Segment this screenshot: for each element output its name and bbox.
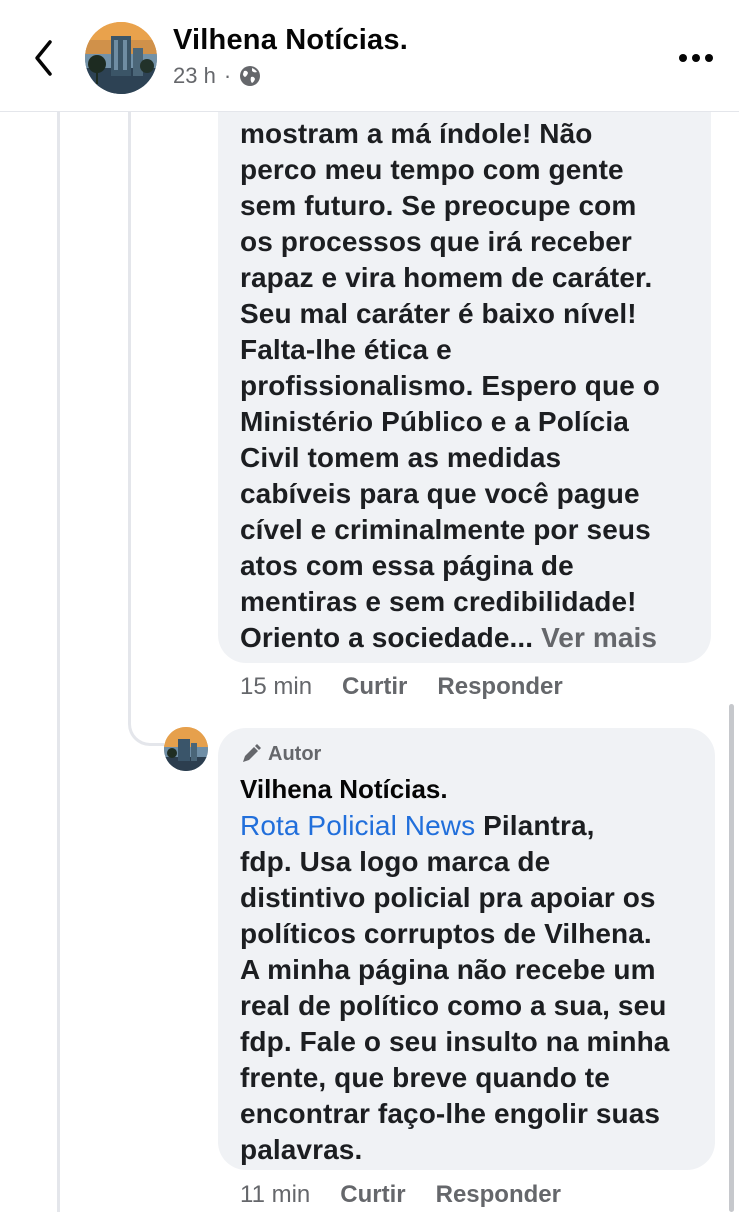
- reply-button[interactable]: Responder: [437, 673, 562, 701]
- author-badge: Autor: [240, 742, 695, 766]
- text-line: mentiras e sem credibilidade!: [240, 586, 637, 617]
- post-header: Vilhena Notícias. 23 h ·: [0, 0, 739, 112]
- text-line: palavras.: [240, 1134, 363, 1165]
- avatar[interactable]: [164, 727, 208, 771]
- back-button[interactable]: [28, 36, 60, 80]
- text-line: Falta-lhe ética e: [240, 334, 452, 365]
- comment-bubble[interactable]: mostram a má índole! Não perco meu tempo…: [218, 80, 711, 663]
- text-line: cabíveis para que você pague: [240, 478, 640, 509]
- truncated-text: Oriento a sociedade...: [240, 622, 534, 653]
- more-options-button[interactable]: [674, 46, 718, 70]
- text-line: Seu mal caráter é baixo nível!: [240, 298, 637, 329]
- more-horizontal-icon: [679, 54, 713, 62]
- like-button[interactable]: Curtir: [340, 1181, 405, 1209]
- text-line: Oriento a sociedade... Ver mais: [240, 620, 687, 656]
- post-meta: 23 h ·: [173, 63, 261, 89]
- text-line: encontrar faço-lhe engolir suas: [240, 1098, 661, 1129]
- text-line: políticos corruptos de Vilhena.: [240, 918, 652, 949]
- pen-icon: [243, 744, 261, 762]
- text-line: frente, que breve quando te: [240, 1062, 610, 1093]
- thread-line: [57, 112, 60, 1212]
- text-line: fdp. Usa logo marca de: [240, 846, 551, 877]
- comment-text: Rota Policial News Pilantra, fdp. Usa lo…: [240, 808, 695, 1168]
- text-line: A minha página não recebe um: [240, 954, 656, 985]
- text-line: atos com essa página de: [240, 550, 574, 581]
- post-time: 23 h: [173, 63, 216, 88]
- text-line: perco meu tempo com gente: [240, 154, 624, 185]
- comment-bubble[interactable]: Autor Vilhena Notícias. Rota Policial Ne…: [218, 728, 715, 1170]
- scrollbar[interactable]: [729, 704, 734, 1212]
- text-line: rapaz e vira homem de caráter.: [240, 262, 653, 293]
- text-line: real de político como a sua, seu: [240, 990, 667, 1021]
- text-line: fdp. Fale o seu insulto na minha: [240, 1026, 670, 1057]
- text-line: Ministério Público e a Polícia: [240, 406, 629, 437]
- comment-actions: 15 min Curtir Responder: [240, 672, 563, 702]
- screen: mostram a má índole! Não perco meu tempo…: [0, 0, 739, 1212]
- text-line: distintivo policial pra apoiar os: [240, 882, 656, 913]
- thread-line: [128, 112, 131, 712]
- text-line: os processos que irá receber: [240, 226, 632, 257]
- avatar[interactable]: [85, 22, 157, 94]
- text-line: mostram a má índole! Não: [240, 118, 593, 149]
- chevron-left-icon: [35, 40, 52, 76]
- text-line: Civil tomem as medidas: [240, 442, 562, 473]
- see-more-link[interactable]: Ver mais: [541, 622, 657, 653]
- text-line: profissionalismo. Espero que o: [240, 370, 660, 401]
- author-badge-label: Autor: [268, 742, 322, 765]
- page-title[interactable]: Vilhena Notícias.: [173, 24, 408, 57]
- comment-actions: 11 min Curtir Responder: [240, 1180, 561, 1210]
- text-line: sem futuro. Se preocupe com: [240, 190, 637, 221]
- globe-icon[interactable]: [239, 65, 261, 87]
- commenter-name[interactable]: Vilhena Notícias.: [240, 772, 695, 806]
- reply-button[interactable]: Responder: [436, 1181, 561, 1209]
- comment-text: mostram a má índole! Não perco meu tempo…: [240, 116, 687, 656]
- mention-link[interactable]: Rota Policial News: [240, 810, 475, 841]
- text-line: Rota Policial News Pilantra,: [240, 808, 695, 844]
- text-line: cível e criminalmente por seus: [240, 514, 651, 545]
- reply-connector: [128, 690, 164, 746]
- meta-separator: ·: [223, 63, 232, 88]
- comment-time: 11 min: [240, 1181, 311, 1208]
- comment-time: 15 min: [240, 673, 313, 700]
- text-segment: Pilantra,: [475, 810, 595, 841]
- like-button[interactable]: Curtir: [342, 673, 407, 701]
